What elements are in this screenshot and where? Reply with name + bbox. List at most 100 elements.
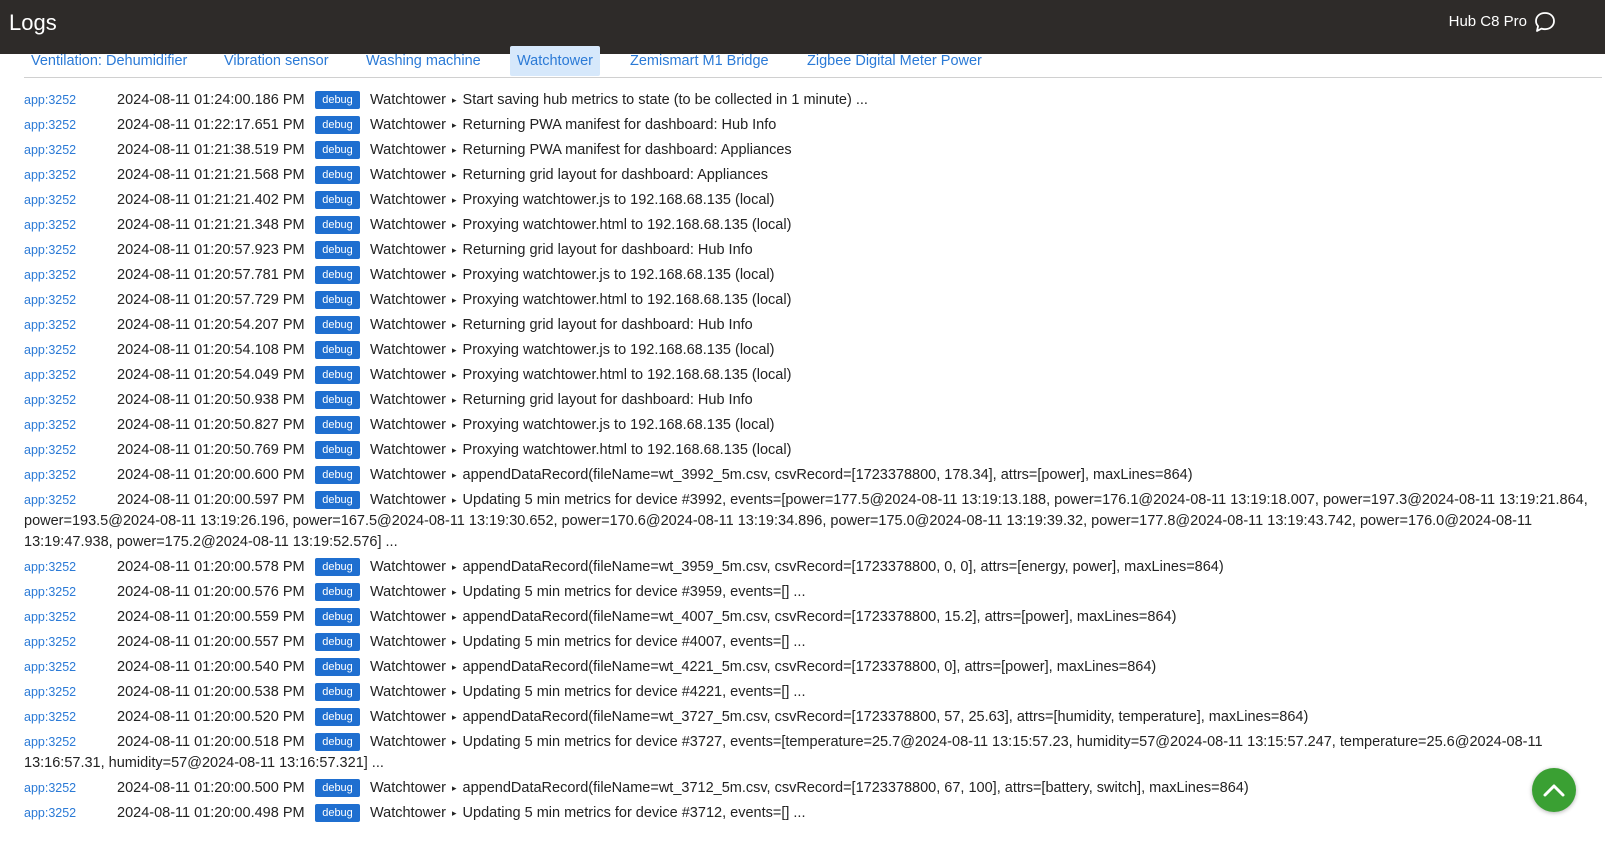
- triangle-right-icon: ▸: [452, 445, 457, 455]
- log-timestamp: 2024-08-11 01:20:00.559 PM: [117, 609, 305, 625]
- tab-ventilation-dehumidifier[interactable]: Ventilation: Dehumidifier: [24, 46, 194, 76]
- log-app-link[interactable]: app:3252: [24, 582, 117, 603]
- triangle-right-icon: ▸: [452, 345, 457, 355]
- triangle-right-icon: ▸: [452, 220, 457, 230]
- log-row: app:3252 2024-08-11 01:20:00.498 PM debug W…: [24, 803, 1604, 824]
- tab-zigbee-digital-meter-power[interactable]: Zigbee Digital Meter Power: [800, 46, 989, 76]
- log-app-link[interactable]: app:3252: [24, 607, 117, 628]
- log-source: Watchtower: [370, 492, 447, 508]
- log-source: Watchtower: [370, 417, 447, 433]
- log-app-link[interactable]: app:3252: [24, 465, 117, 486]
- log-app-link[interactable]: app:3252: [24, 415, 117, 436]
- tab-zemismart-m1-bridge[interactable]: Zemismart M1 Bridge: [623, 46, 776, 76]
- tab-vibration-sensor[interactable]: Vibration sensor: [217, 46, 336, 76]
- triangle-right-icon: ▸: [452, 808, 457, 818]
- log-app-link[interactable]: app:3252: [24, 440, 117, 461]
- log-level-badge: debug: [315, 166, 360, 184]
- triangle-right-icon: ▸: [452, 295, 457, 305]
- log-timestamp: 2024-08-11 01:20:57.729 PM: [117, 292, 305, 308]
- tab-washing-machine[interactable]: Washing machine: [359, 46, 488, 76]
- log-app-link[interactable]: app:3252: [24, 490, 117, 511]
- log-app-link[interactable]: app:3252: [24, 140, 117, 161]
- log-message: Returning grid layout for dashboard: Hub…: [462, 392, 753, 408]
- log-source: Watchtower: [370, 242, 447, 258]
- log-row: app:3252 2024-08-11 01:20:57.923 PM debug W…: [24, 240, 1604, 261]
- log-app-link[interactable]: app:3252: [24, 803, 117, 824]
- log-source: Watchtower: [370, 684, 447, 700]
- log-app-link[interactable]: app:3252: [24, 90, 117, 111]
- log-timestamp: 2024-08-11 01:20:50.769 PM: [117, 442, 305, 458]
- tab-watchtower[interactable]: Watchtower: [510, 46, 601, 76]
- log-level-badge: debug: [315, 341, 360, 359]
- log-message: appendDataRecord(fileName=wt_3959_5m.csv…: [462, 559, 1224, 575]
- log-app-link[interactable]: app:3252: [24, 657, 117, 678]
- log-app-link[interactable]: app:3252: [24, 778, 117, 799]
- triangle-right-icon: ▸: [452, 612, 457, 622]
- log-timestamp: 2024-08-11 01:20:57.781 PM: [117, 267, 305, 283]
- log-app-link[interactable]: app:3252: [24, 707, 117, 728]
- log-row: app:3252 2024-08-11 01:20:00.500 PM debug W…: [24, 778, 1604, 799]
- log-timestamp: 2024-08-11 01:24:00.186 PM: [117, 92, 305, 108]
- log-message: Start saving hub metrics to state (to be…: [462, 92, 868, 108]
- log-source: Watchtower: [370, 117, 447, 133]
- log-app-link[interactable]: app:3252: [24, 265, 117, 286]
- log-timestamp: 2024-08-11 01:20:00.500 PM: [117, 780, 305, 796]
- triangle-right-icon: ▸: [452, 662, 457, 672]
- log-message: Updating 5 min metrics for device #3959,…: [462, 584, 806, 600]
- log-level-badge: debug: [315, 91, 360, 109]
- triangle-right-icon: ▸: [452, 737, 457, 747]
- log-message: Proxying watchtower.html to 192.168.68.1…: [462, 442, 792, 458]
- log-message: appendDataRecord(fileName=wt_4221_5m.csv…: [462, 659, 1157, 675]
- scroll-to-top-button[interactable]: [1532, 768, 1576, 812]
- log-source: Watchtower: [370, 292, 447, 308]
- log-message: Updating 5 min metrics for device #4007,…: [462, 634, 806, 650]
- log-message: Returning grid layout for dashboard: Hub…: [462, 317, 753, 333]
- log-app-link[interactable]: app:3252: [24, 240, 117, 261]
- triangle-right-icon: ▸: [452, 195, 457, 205]
- log-app-link[interactable]: app:3252: [24, 165, 117, 186]
- log-timestamp: 2024-08-11 01:20:00.557 PM: [117, 634, 305, 650]
- log-level-badge: debug: [315, 608, 360, 626]
- log-timestamp: 2024-08-11 01:21:21.402 PM: [117, 192, 305, 208]
- log-row: app:3252 2024-08-11 01:20:50.769 PM debug W…: [24, 440, 1604, 461]
- log-row: app:3252 2024-08-11 01:20:00.559 PM debug W…: [24, 607, 1604, 628]
- log-timestamp: 2024-08-11 01:20:50.827 PM: [117, 417, 305, 433]
- log-source: Watchtower: [370, 317, 447, 333]
- log-app-link[interactable]: app:3252: [24, 115, 117, 136]
- triangle-right-icon: ▸: [452, 370, 457, 380]
- log-source: Watchtower: [370, 92, 447, 108]
- log-timestamp: 2024-08-11 01:20:50.938 PM: [117, 392, 305, 408]
- log-app-link[interactable]: app:3252: [24, 632, 117, 653]
- log-timestamp: 2024-08-11 01:20:57.923 PM: [117, 242, 305, 258]
- log-app-link[interactable]: app:3252: [24, 215, 117, 236]
- log-app-link[interactable]: app:3252: [24, 190, 117, 211]
- chevron-up-icon: [1543, 784, 1565, 797]
- log-source: Watchtower: [370, 167, 447, 183]
- log-row: app:3252 2024-08-11 01:21:38.519 PM debug W…: [24, 140, 1604, 161]
- log-source: Watchtower: [370, 467, 447, 483]
- log-level-badge: debug: [315, 216, 360, 234]
- log-level-badge: debug: [315, 241, 360, 259]
- log-row: app:3252 2024-08-11 01:20:54.049 PM debug W…: [24, 365, 1604, 386]
- log-app-link[interactable]: app:3252: [24, 315, 117, 336]
- log-level-badge: debug: [315, 266, 360, 284]
- log-app-link[interactable]: app:3252: [24, 340, 117, 361]
- log-app-link[interactable]: app:3252: [24, 557, 117, 578]
- log-timestamp: 2024-08-11 01:20:54.108 PM: [117, 342, 305, 358]
- log-message: Proxying watchtower.html to 192.168.68.1…: [462, 217, 792, 233]
- log-app-link[interactable]: app:3252: [24, 390, 117, 411]
- log-app-link[interactable]: app:3252: [24, 365, 117, 386]
- chat-bubble-icon[interactable]: [1533, 10, 1557, 34]
- log-timestamp: 2024-08-11 01:20:54.049 PM: [117, 367, 305, 383]
- log-message: appendDataRecord(fileName=wt_3712_5m.csv…: [462, 780, 1249, 796]
- log-level-badge: debug: [315, 658, 360, 676]
- hub-name[interactable]: Hub C8 Pro: [1449, 13, 1527, 30]
- log-app-link[interactable]: app:3252: [24, 732, 117, 753]
- log-source: Watchtower: [370, 634, 447, 650]
- log-app-link[interactable]: app:3252: [24, 682, 117, 703]
- triangle-right-icon: ▸: [452, 270, 457, 280]
- log-row: app:3252 2024-08-11 01:20:00.600 PM debug W…: [24, 465, 1604, 486]
- log-app-link[interactable]: app:3252: [24, 290, 117, 311]
- log-source: Watchtower: [370, 217, 447, 233]
- log-source: Watchtower: [370, 192, 447, 208]
